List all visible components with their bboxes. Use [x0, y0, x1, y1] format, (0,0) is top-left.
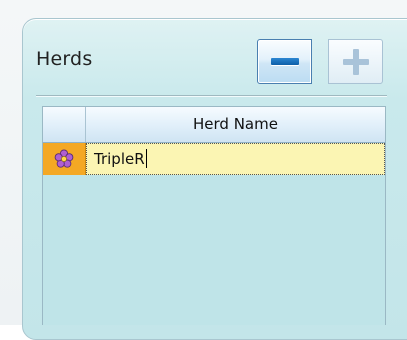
plus-icon [342, 48, 369, 75]
flower-icon [54, 149, 74, 168]
column-header-herd-name[interactable]: Herd Name [86, 107, 385, 142]
text-cursor [145, 149, 147, 168]
herd-name-value: TripleR [94, 150, 145, 168]
herds-grid[interactable]: Herd Name TripleR [42, 106, 386, 325]
add-herd-button[interactable] [328, 39, 383, 84]
herd-name-cell-editor[interactable]: TripleR [86, 143, 385, 175]
window-background: Herds Herd Name TripleR [0, 0, 407, 340]
grid-header: Herd Name [43, 107, 385, 143]
row-indicator[interactable] [43, 143, 86, 175]
table-row[interactable]: TripleR [43, 143, 385, 175]
header-divider [36, 95, 387, 97]
remove-herd-button[interactable] [257, 39, 312, 84]
minus-icon [270, 58, 299, 65]
grid-corner [43, 107, 86, 142]
panel-title: Herds [36, 48, 93, 70]
